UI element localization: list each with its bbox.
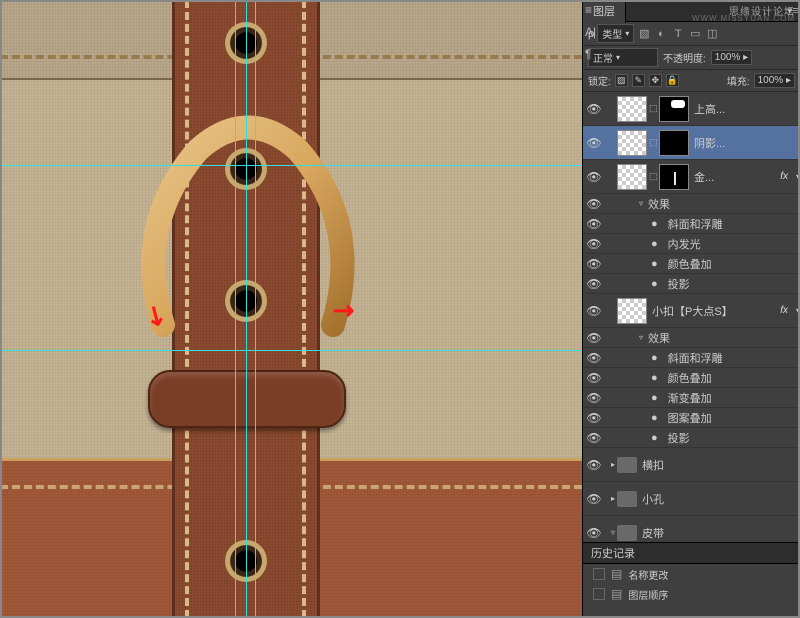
- visibility-icon[interactable]: 👁: [585, 371, 603, 385]
- paragraph-icon[interactable]: ¶: [585, 47, 596, 61]
- canvas-area[interactable]: ↘ ↘: [0, 0, 582, 618]
- history-list[interactable]: ▤名称更改▤图层顺序: [583, 564, 800, 604]
- guide-line[interactable]: [246, 0, 247, 618]
- layer-thumb[interactable]: [617, 298, 647, 324]
- lock-pixels-icon[interactable]: ✎: [632, 74, 645, 87]
- history-item[interactable]: ▤图层顺序: [583, 584, 800, 604]
- mask-thumb[interactable]: [659, 96, 689, 122]
- visibility-icon[interactable]: 👁: [585, 391, 603, 405]
- lock-transparent-icon[interactable]: ▨: [615, 74, 628, 87]
- blend-mode-row: 正常▾ 不透明度: 100% ▸: [583, 46, 800, 70]
- layer-row[interactable]: 👁●颜色叠加: [583, 368, 800, 388]
- visibility-icon[interactable]: 👁: [585, 331, 603, 345]
- lock-row: 锁定: ▨ ✎ ✥ 🔒 填充: 100% ▸: [583, 70, 800, 92]
- strap-loop: [148, 370, 346, 428]
- blend-mode-dropdown[interactable]: 正常▾: [588, 48, 658, 67]
- folder-icon: [617, 525, 637, 541]
- visibility-icon[interactable]: 👁: [585, 492, 603, 506]
- visibility-icon[interactable]: 👁: [585, 277, 603, 291]
- guide-line[interactable]: [235, 0, 236, 618]
- watermark-url: WWW.MISSYUAN.COM: [692, 14, 795, 23]
- layer-row[interactable]: 👁▸小孔: [583, 482, 800, 516]
- character-icon[interactable]: A|: [585, 25, 596, 39]
- layer-row[interactable]: 👁●投影: [583, 428, 800, 448]
- layer-row[interactable]: 👁⬚金...fx▾: [583, 160, 800, 194]
- layer-row[interactable]: 👁●图案叠加: [583, 408, 800, 428]
- layer-row[interactable]: 👁▿ 效果: [583, 328, 800, 348]
- visibility-icon[interactable]: 👁: [585, 526, 603, 540]
- opacity-input[interactable]: 100% ▸: [711, 50, 752, 65]
- mask-thumb[interactable]: [659, 164, 689, 190]
- visibility-icon[interactable]: 👁: [585, 304, 603, 318]
- layer-thumb[interactable]: [617, 164, 647, 190]
- visibility-icon[interactable]: 👁: [585, 351, 603, 365]
- layer-row[interactable]: 👁●投影: [583, 274, 800, 294]
- visibility-icon[interactable]: 👁: [585, 237, 603, 251]
- layer-filter-bar: ρ 类型▾ ▧ ◐ T ▭ ◫: [583, 22, 800, 46]
- folder-icon: [617, 457, 637, 473]
- lock-label: 锁定:: [588, 73, 611, 88]
- visibility-icon[interactable]: 👁: [585, 136, 603, 150]
- layer-row[interactable]: 👁小扣【P大点S】fx▾: [583, 294, 800, 328]
- guide-line[interactable]: [0, 350, 582, 351]
- layer-row[interactable]: 👁▸横扣: [583, 448, 800, 482]
- visibility-icon[interactable]: 👁: [585, 411, 603, 425]
- layer-row[interactable]: 👁●斜面和浮雕: [583, 348, 800, 368]
- filter-shape-icon[interactable]: ▭: [688, 27, 702, 41]
- filter-adjust-icon[interactable]: ◐: [654, 27, 668, 41]
- history-panel-tab[interactable]: 历史记录: [583, 542, 800, 564]
- collapsed-panel-icons[interactable]: ≡ A| ¶: [585, 3, 596, 61]
- layer-row[interactable]: 👁▿ 效果: [583, 194, 800, 214]
- fill-label: 填充:: [727, 73, 750, 88]
- visibility-icon[interactable]: 👁: [585, 458, 603, 472]
- layer-thumb[interactable]: [617, 130, 647, 156]
- paragraph-icon[interactable]: ≡: [585, 3, 596, 17]
- layer-row[interactable]: 👁⬚阴影...: [583, 126, 800, 160]
- visibility-icon[interactable]: 👁: [585, 257, 603, 271]
- filter-type-icon[interactable]: T: [671, 27, 685, 41]
- visibility-icon[interactable]: 👁: [585, 102, 603, 116]
- filter-smart-icon[interactable]: ◫: [705, 27, 719, 41]
- layer-row[interactable]: 👁▿皮带: [583, 516, 800, 542]
- layer-row[interactable]: 👁●内发光: [583, 234, 800, 254]
- guide-line[interactable]: [255, 0, 256, 618]
- layers-panel: 图层 ▾≡ ρ 类型▾ ▧ ◐ T ▭ ◫ 正常▾ 不透明度: 100% ▸ 锁…: [582, 0, 800, 618]
- visibility-icon[interactable]: 👁: [585, 197, 603, 211]
- filter-type-dropdown[interactable]: 类型▾: [597, 24, 634, 43]
- history-item[interactable]: ▤名称更改: [583, 564, 800, 584]
- opacity-label: 不透明度:: [663, 50, 706, 65]
- layer-list[interactable]: 👁⬚上高...👁⬚阴影...👁⬚金...fx▾👁▿ 效果👁●斜面和浮雕👁●内发光…: [583, 92, 800, 542]
- guide-line[interactable]: [0, 165, 582, 166]
- layer-row[interactable]: 👁●渐变叠加: [583, 388, 800, 408]
- lock-position-icon[interactable]: ✥: [649, 74, 662, 87]
- layer-thumb[interactable]: [617, 96, 647, 122]
- visibility-icon[interactable]: 👁: [585, 170, 603, 184]
- layer-row[interactable]: 👁●斜面和浮雕: [583, 214, 800, 234]
- lock-all-icon[interactable]: 🔒: [666, 74, 679, 87]
- filter-pixel-icon[interactable]: ▧: [637, 27, 651, 41]
- folder-icon: [617, 491, 637, 507]
- fill-input[interactable]: 100% ▸: [754, 73, 795, 88]
- layer-row[interactable]: 👁●颜色叠加: [583, 254, 800, 274]
- mask-thumb[interactable]: [659, 130, 689, 156]
- visibility-icon[interactable]: 👁: [585, 431, 603, 445]
- visibility-icon[interactable]: 👁: [585, 217, 603, 231]
- layer-row[interactable]: 👁⬚上高...: [583, 92, 800, 126]
